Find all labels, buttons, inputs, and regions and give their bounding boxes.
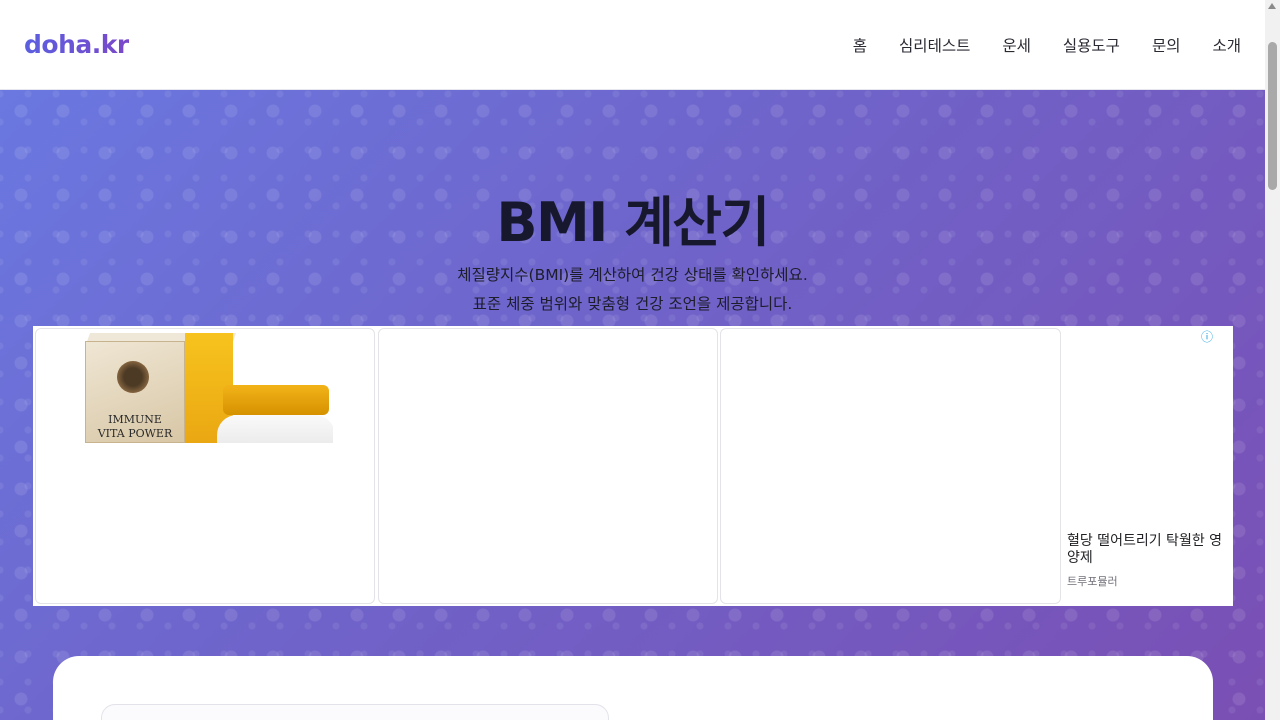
ad-headline[interactable]: 혈당 떨어트리기 탁월한 영양제: [1067, 533, 1227, 567]
nav-item-home[interactable]: 홈: [853, 34, 867, 56]
nav-item-about[interactable]: 소개: [1212, 34, 1241, 56]
product-jar-cap: [223, 385, 329, 415]
nav-item-tools[interactable]: 실용도구: [1063, 34, 1120, 56]
hero-subtitle-line2: 표준 체중 범위와 맞춤형 건강 조언을 제공합니다.: [472, 295, 793, 313]
page-scrollbar[interactable]: [1265, 0, 1280, 720]
main-nav: 홈 심리테스트 운세 실용도구 문의 소개: [821, 34, 1241, 56]
nav-item-contact[interactable]: 문의: [1152, 34, 1181, 56]
calculator-input-field[interactable]: [101, 704, 609, 720]
product-seal-icon: [117, 361, 149, 393]
product-jar: [217, 415, 333, 443]
ad-card-3[interactable]: [720, 328, 1061, 604]
page-title: BMI 계산기: [496, 191, 770, 254]
ad-card-2[interactable]: [378, 328, 718, 604]
scrollbar-thumb[interactable]: [1268, 42, 1277, 190]
ad-banner[interactable]: IMMUNE VITA POWER ⓘ 혈당 떨어트리기 탁월한 영양제 트루포…: [33, 326, 1233, 606]
hero-subtitle-line1: 체질량지수(BMI)를 계산하여 건강 상태를 확인하세요.: [457, 266, 808, 284]
site-logo[interactable]: doha.kr: [24, 30, 129, 59]
calculator-card: [53, 656, 1213, 720]
ad-product-image[interactable]: IMMUNE VITA POWER: [83, 333, 333, 443]
ad-brand[interactable]: 트루포뮬러: [1067, 573, 1118, 589]
ad-info-icon[interactable]: ⓘ: [1201, 328, 1213, 345]
ad-card-1[interactable]: IMMUNE VITA POWER: [35, 328, 375, 604]
nav-item-fortune[interactable]: 운세: [1002, 34, 1031, 56]
product-label: IMMUNE VITA POWER: [97, 413, 173, 440]
nav-item-psych-test[interactable]: 심리테스트: [899, 34, 970, 56]
scroll-up-arrow-icon[interactable]: [1268, 3, 1276, 9]
site-header: doha.kr 홈 심리테스트 운세 실용도구 문의 소개: [0, 0, 1265, 90]
